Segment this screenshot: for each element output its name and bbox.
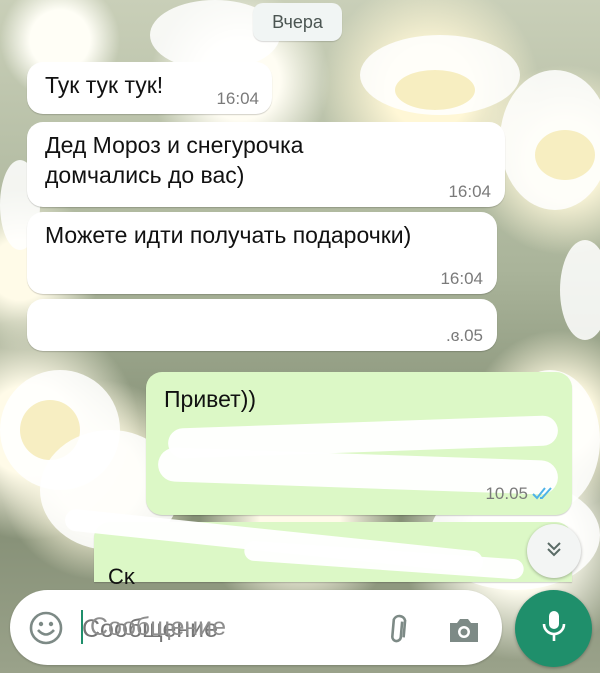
paperclip-icon[interactable] — [382, 612, 418, 648]
message-time: .ɞ.05 — [446, 326, 483, 345]
message-time: 16:04 — [440, 269, 483, 288]
message-placeholder: Сообщение — [90, 613, 227, 641]
message-text-fragment: Cκ — [108, 564, 135, 589]
incoming-message[interactable]: Тук тук тук! 16:04 — [27, 62, 272, 114]
outgoing-message-partial[interactable]: Cκ — [64, 508, 572, 589]
message-text: Можете идти получать подарочки) — [45, 222, 412, 248]
incoming-message[interactable]: Дед Мороз и снегурочка домчались до вас)… — [27, 122, 505, 207]
outgoing-message[interactable]: Привет)) 10.05 — [146, 372, 572, 515]
incoming-message[interactable]: Можете идти получать подарочки) 16:04 — [27, 212, 497, 294]
message-time: 16:04 — [216, 89, 259, 108]
voice-record-button[interactable] — [515, 590, 592, 667]
scroll-to-bottom-button[interactable] — [527, 524, 581, 578]
text-caret — [81, 610, 83, 644]
mic-icon — [539, 608, 569, 649]
message-time: 10.05 — [485, 484, 528, 503]
message-time: 16:04 — [448, 182, 491, 201]
message-text: Привет)) — [164, 386, 257, 412]
date-separator: Вчера — [253, 3, 342, 41]
message-text: Дед Мороз и снегурочка домчались до вас) — [45, 132, 304, 188]
incoming-message-redacted[interactable]: .ɞ.05 — [27, 299, 497, 351]
camera-icon[interactable] — [446, 612, 482, 648]
message-composer: Сообщение — [10, 590, 502, 665]
message-text — [27, 299, 497, 307]
double-check-icon — [532, 477, 556, 507]
double-chevron-down-icon — [543, 538, 565, 565]
emoji-icon[interactable] — [28, 610, 64, 646]
